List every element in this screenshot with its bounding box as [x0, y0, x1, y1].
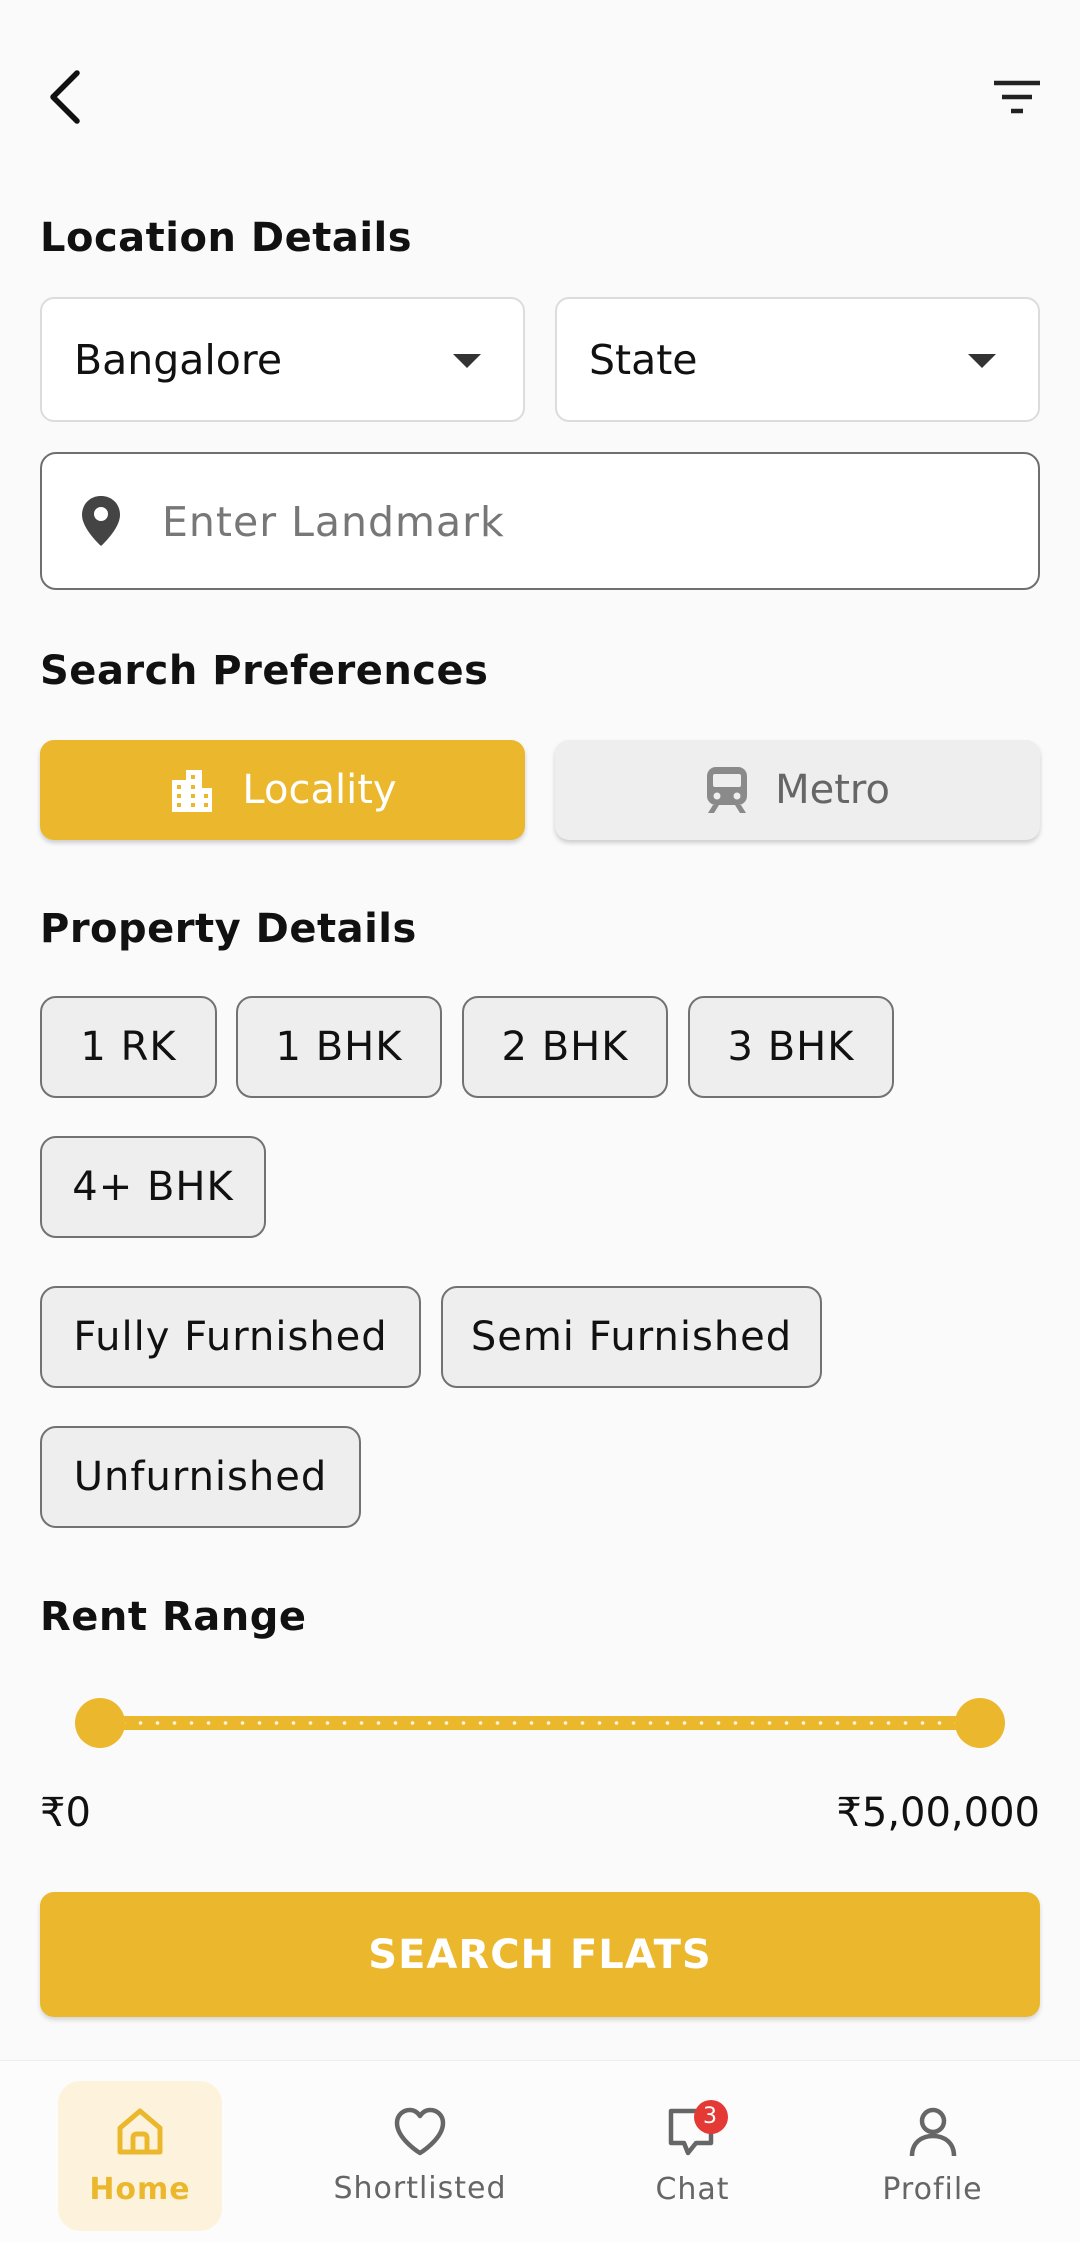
nav-chat-label: Chat [655, 2171, 730, 2207]
search-preferences-heading: Search Preferences [40, 648, 489, 694]
rent-range-heading: Rent Range [40, 1594, 307, 1640]
location-details-heading: Location Details [40, 215, 413, 261]
bottom-nav: Home Shortlisted 3 Chat Profile [0, 2060, 1080, 2242]
location-pin-icon [82, 496, 120, 546]
bhk-chip-label: 4+ BHK [72, 1164, 234, 1210]
metro-label: Metro [775, 767, 890, 813]
rent-min-label: ₹0 [40, 1790, 91, 1836]
furnishing-chip[interactable]: Fully Furnished [40, 1286, 421, 1388]
furnishing-chip[interactable]: Unfurnished [40, 1426, 361, 1528]
filter-icon [994, 80, 1040, 114]
locality-label: Locality [242, 767, 397, 813]
furnishing-chip[interactable]: Semi Furnished [441, 1286, 822, 1388]
property-details-heading: Property Details [40, 906, 417, 952]
slider-min-thumb[interactable] [75, 1698, 125, 1748]
caret-down-icon [453, 354, 481, 368]
bhk-chip-label: 3 BHK [727, 1024, 855, 1070]
furnishing-chip-label: Semi Furnished [470, 1314, 793, 1360]
bhk-chip-label: 2 BHK [501, 1024, 629, 1070]
bhk-chip[interactable]: 4+ BHK [40, 1136, 266, 1238]
furnishing-chip-label: Fully Furnished [73, 1314, 388, 1360]
locality-toggle[interactable]: Locality [40, 740, 525, 840]
slider-ticks [115, 1721, 965, 1725]
landmark-input[interactable]: Enter Landmark [40, 452, 1040, 590]
nav-home-label: Home [89, 2171, 191, 2207]
filter-button[interactable] [982, 62, 1052, 132]
bhk-chip[interactable]: 2 BHK [462, 996, 668, 1098]
nav-shortlisted-label: Shortlisted [333, 2170, 507, 2206]
bhk-chip[interactable]: 3 BHK [688, 996, 894, 1098]
chevron-left-icon [50, 70, 80, 124]
rent-max-label: ₹5,00,000 [836, 1790, 1040, 1836]
nav-profile-label: Profile [882, 2171, 983, 2207]
city-dropdown[interactable]: Bangalore [40, 297, 525, 422]
caret-down-icon [968, 354, 996, 368]
nav-chat[interactable]: 3 Chat [630, 2081, 755, 2231]
state-dropdown[interactable]: State [555, 297, 1040, 422]
landmark-placeholder: Enter Landmark [162, 498, 505, 546]
bhk-chip[interactable]: 1 RK [40, 996, 217, 1098]
furnishing-chip-label: Unfurnished [73, 1454, 328, 1500]
rent-range-slider[interactable] [75, 1698, 1005, 1748]
nav-home[interactable]: Home [58, 2081, 222, 2231]
city-dropdown-value: Bangalore [74, 335, 283, 384]
metro-toggle[interactable]: Metro [555, 740, 1040, 840]
train-icon [707, 767, 748, 813]
building-icon [172, 770, 213, 812]
nav-shortlisted[interactable]: Shortlisted [330, 2081, 510, 2231]
bhk-chip-label: 1 RK [80, 1024, 177, 1070]
bhk-chip-label: 1 BHK [275, 1024, 403, 1070]
heart-icon [394, 2107, 446, 2155]
slider-max-thumb[interactable] [955, 1698, 1005, 1748]
person-icon [909, 2107, 956, 2156]
search-flats-button[interactable]: SEARCH FLATS [40, 1892, 1040, 2017]
chat-icon-wrap: 3 [666, 2099, 728, 2158]
back-button[interactable] [30, 62, 100, 132]
bhk-chip[interactable]: 1 BHK [236, 996, 442, 1098]
state-dropdown-value: State [589, 335, 698, 384]
chat-badge: 3 [693, 2099, 728, 2134]
nav-profile[interactable]: Profile [870, 2081, 995, 2231]
top-bar [0, 0, 1080, 200]
home-icon [117, 2108, 163, 2154]
search-flats-label: SEARCH FLATS [368, 1931, 712, 1978]
